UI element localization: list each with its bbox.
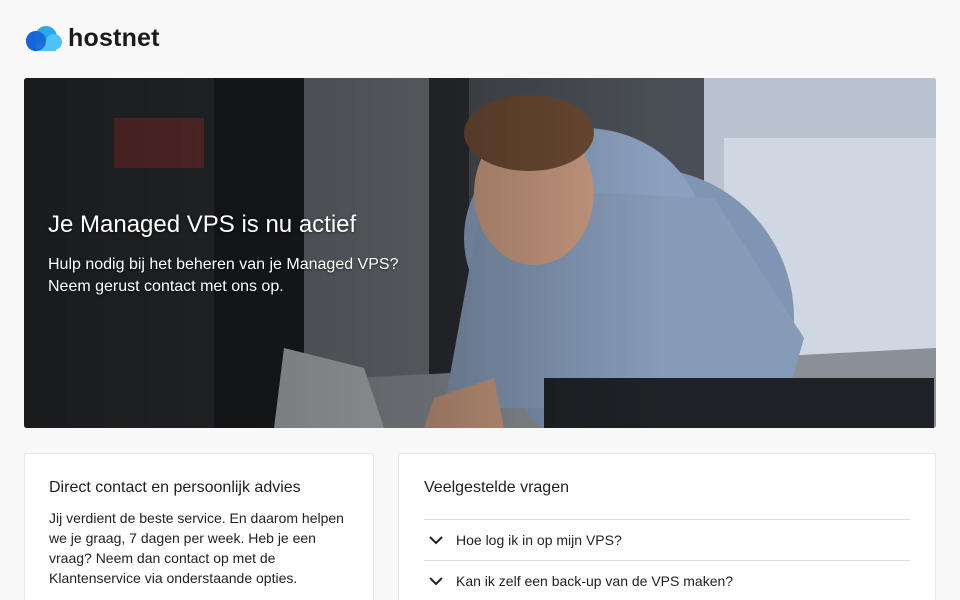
- hero-title: Je Managed VPS is nu actief: [48, 211, 357, 238]
- faq-card: Veelgestelde vragen Hoe log ik in op mij…: [398, 453, 936, 600]
- hero-subtitle-line1: Hulp nodig bij het beheren van je Manage…: [48, 256, 399, 273]
- hero-banner: Je Managed VPS is nu actief Hulp nodig b…: [24, 78, 936, 428]
- chevron-down-icon: [427, 531, 445, 549]
- contact-card-title: Direct contact en persoonlijk advies: [49, 479, 301, 496]
- faq-item-backup[interactable]: Kan ik zelf een back-up van de VPS maken…: [424, 561, 910, 600]
- faq-card-title: Veelgestelde vragen: [424, 479, 569, 496]
- hostnet-logo-icon[interactable]: [24, 25, 62, 51]
- header: hostnet: [24, 22, 160, 54]
- contact-card: Direct contact en persoonlijk advies Jij…: [24, 453, 374, 600]
- faq-question: Kan ik zelf een back-up van de VPS maken…: [456, 573, 734, 589]
- faq-list: Hoe log ik in op mijn VPS? Kan ik zelf e…: [424, 519, 910, 600]
- faq-item-login[interactable]: Hoe log ik in op mijn VPS?: [424, 520, 910, 561]
- logo-text[interactable]: hostnet: [68, 24, 160, 53]
- hero-subtitle: Hulp nodig bij het beheren van je Manage…: [48, 254, 468, 298]
- chevron-down-icon: [427, 572, 445, 590]
- faq-question: Hoe log ik in op mijn VPS?: [456, 532, 622, 548]
- contact-card-text: Jij verdient de beste service. En daarom…: [49, 510, 344, 586]
- hero-subtitle-line2: Neem gerust contact met ons op.: [48, 278, 284, 295]
